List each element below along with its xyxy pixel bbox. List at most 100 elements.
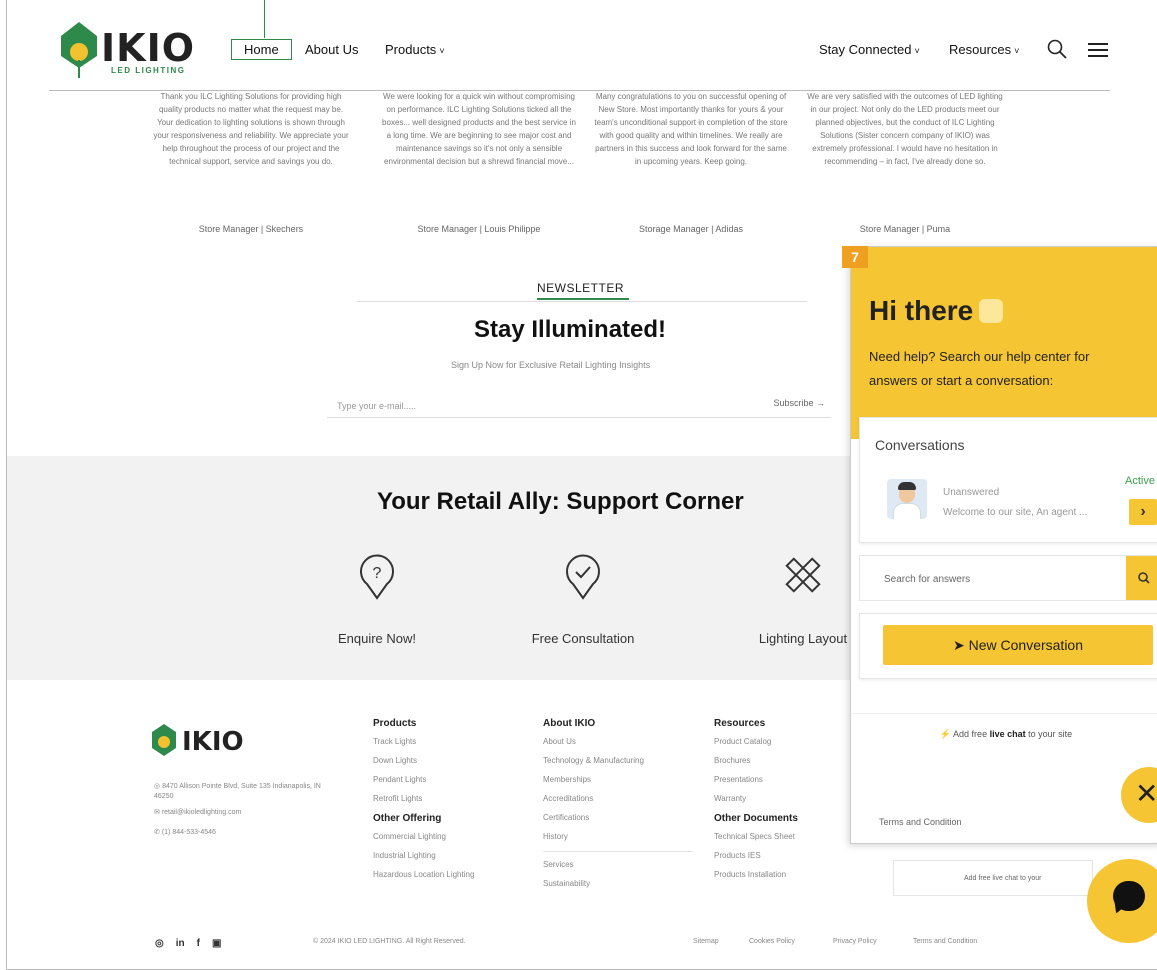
new-conversation-button[interactable]: ➤ New Conversation — [883, 625, 1153, 665]
annotation-marker: 7 — [842, 246, 868, 268]
conversation-status: Unanswered — [943, 487, 1000, 498]
footer-bottom-link[interactable]: Sitemap — [693, 938, 719, 945]
livechat-suffix: to your site — [1028, 729, 1073, 739]
footer-link[interactable]: Retrofit Lights — [373, 794, 474, 803]
open-conversation-button[interactable]: › — [1129, 499, 1157, 525]
chat-greeting-text: Hi there — [869, 295, 974, 326]
new-conversation-label: New Conversation — [968, 637, 1083, 653]
whatsapp-icon[interactable]: ◎ — [155, 938, 164, 949]
linkedin-icon[interactable]: in — [176, 938, 185, 949]
leaf-logo-icon: IKIO — [152, 724, 244, 757]
search-icon[interactable] — [1047, 39, 1067, 59]
support-item-label: Free Consultation — [531, 631, 635, 646]
site-header: IKIO LED LIGHTING Home About Us Products… — [7, 0, 1157, 92]
leaf-logo-icon — [61, 22, 97, 78]
footer-bottom-link[interactable]: Terms and Condition — [913, 938, 977, 945]
subscribe-label: Subscribe — [773, 398, 814, 408]
footer-livechat-text: Add free live chat to your — [964, 875, 1042, 882]
nav-stay-connected[interactable]: Stay Connected ˅ — [819, 42, 920, 57]
footer-phone[interactable]: ✆ (1) 844-533-4546 — [154, 828, 216, 838]
newsletter-title: Stay Illuminated! — [474, 316, 667, 343]
footer-link[interactable]: Accreditations — [543, 794, 693, 803]
footer-link[interactable]: Track Lights — [373, 737, 474, 746]
nav-products-label: Products — [385, 42, 437, 57]
check-pin-icon — [566, 554, 600, 600]
chat-divider — [851, 713, 1157, 714]
footer-link[interactable]: Hazardous Location Lighting — [373, 870, 474, 879]
footer-link[interactable]: Certifications — [543, 813, 693, 822]
testimonial-text: We are very satisfied with the outcomes … — [807, 92, 1003, 166]
footer-link[interactable]: Warranty — [714, 794, 798, 803]
footer-bottom-link[interactable]: Privacy Policy — [833, 938, 877, 945]
subscribe-button[interactable]: Subscribe → — [773, 398, 825, 408]
chat-search-button[interactable] — [1126, 556, 1157, 600]
search-icon — [1138, 572, 1150, 584]
footer-link[interactable]: Industrial Lighting — [373, 851, 474, 860]
testimonial-author: Store Manager | Skechers — [198, 224, 304, 234]
newsletter-divider — [357, 301, 807, 302]
footer-link[interactable]: Product Catalog — [714, 737, 798, 746]
footer-link[interactable]: Sustainability — [543, 879, 693, 888]
footer-link[interactable]: Products IES — [714, 851, 798, 860]
ruler-pencil-icon — [785, 557, 821, 593]
footer-link[interactable]: Technical Specs Sheet — [714, 832, 798, 841]
chat-widget-panel: Hi there Need help? Search our help cent… — [850, 246, 1157, 844]
footer-link[interactable]: Commercial Lighting — [373, 832, 474, 841]
footer-livechat-badge[interactable]: Add free live chat to your — [893, 860, 1093, 896]
nav-products[interactable]: Products ˅ — [385, 42, 445, 57]
nav-resources[interactable]: Resources ˅ — [949, 42, 1019, 57]
footer-address: ◎ 8470 Allison Pointe Blvd, Suite 135 In… — [154, 782, 334, 802]
nav-about[interactable]: About Us — [305, 42, 358, 57]
livechat-bold: live chat — [989, 729, 1026, 739]
chevron-right-icon: › — [1140, 503, 1146, 520]
waving-hand-icon — [979, 299, 1004, 323]
testimonial-text: Thank you ILC Lighting Solutions for pro… — [153, 92, 349, 166]
close-icon: ✕ — [1135, 778, 1157, 809]
facebook-icon[interactable]: f — [197, 938, 200, 949]
hamburger-menu-icon[interactable] — [1088, 43, 1108, 57]
phone-icon: ✆ — [154, 829, 162, 836]
conversation-preview[interactable]: Welcome to our site, An agent ... — [943, 507, 1087, 518]
site-logo[interactable]: IKIO LED LIGHTING — [59, 22, 194, 80]
nav-resources-label: Resources — [949, 42, 1012, 57]
footer-bottom-link[interactable]: Cookies Policy — [749, 938, 795, 945]
nav-about-label: About Us — [305, 42, 359, 57]
footer-link[interactable]: Presentations — [714, 775, 798, 784]
footer-divider — [543, 851, 693, 852]
nav-home[interactable]: Home — [231, 39, 292, 60]
support-item-enquire[interactable]: ? Enquire Now! — [297, 552, 457, 646]
newsletter-email-field[interactable]: Type your e-mail..... Subscribe → — [327, 392, 831, 418]
active-badge: Active — [1125, 475, 1155, 487]
browser-page: IKIO LED LIGHTING Home About Us Products… — [6, 0, 1157, 970]
testimonial-author: Storage Manager | Adidas — [639, 224, 743, 234]
livechat-promo-link[interactable]: ⚡ Add free live chat to your site — [851, 729, 1157, 740]
testimonial-text: We were looking for a quick win without … — [382, 92, 576, 166]
chat-terms-link[interactable]: Terms and Condition — [879, 817, 962, 827]
logo-wordmark: IKIO — [101, 26, 196, 70]
footer-link[interactable]: About Us — [543, 737, 693, 746]
newsletter-subtitle: Sign Up Now for Exclusive Retail Lightin… — [451, 360, 651, 370]
chat-help-text: Need help? Search our help center for an… — [869, 349, 1090, 388]
testimonial-text: Many congratulations to you on successfu… — [594, 92, 788, 166]
footer-link[interactable]: Brochures — [714, 756, 798, 765]
svg-text:IKIO: IKIO — [182, 727, 244, 757]
footer-link[interactable]: Memberships — [543, 775, 693, 784]
footer-link[interactable]: Services — [543, 860, 693, 869]
footer-email[interactable]: ✉ retail@ikioledlighting.com — [154, 808, 241, 818]
footer-link[interactable]: Products Installation — [714, 870, 798, 879]
nav-home-label: Home — [244, 42, 279, 57]
footer-link[interactable]: Technology & Manufacturing — [543, 756, 693, 765]
footer-link[interactable]: History — [543, 832, 693, 841]
chat-bubble-icon — [1113, 881, 1145, 911]
copyright-text: © 2024 IKIO LED LIGHTING. All Right Rese… — [313, 938, 466, 945]
footer-address-text: 8470 Allison Pointe Blvd, Suite 135 Indi… — [154, 783, 321, 800]
footer-column-title: Other Offering — [373, 813, 442, 824]
footer-logo[interactable]: IKIO — [150, 720, 260, 769]
footer-link[interactable]: Down Lights — [373, 756, 474, 765]
mail-icon: ✉ — [154, 809, 162, 816]
support-item-consultation[interactable]: Free Consultation — [503, 552, 663, 646]
chat-search-field[interactable]: Search for answers — [859, 555, 1157, 601]
footer-link[interactable]: Pendant Lights — [373, 775, 474, 784]
youtube-icon[interactable]: ▣ — [212, 938, 221, 949]
footer-resources-column: Resources Product Catalog Brochures Pres… — [714, 718, 798, 889]
